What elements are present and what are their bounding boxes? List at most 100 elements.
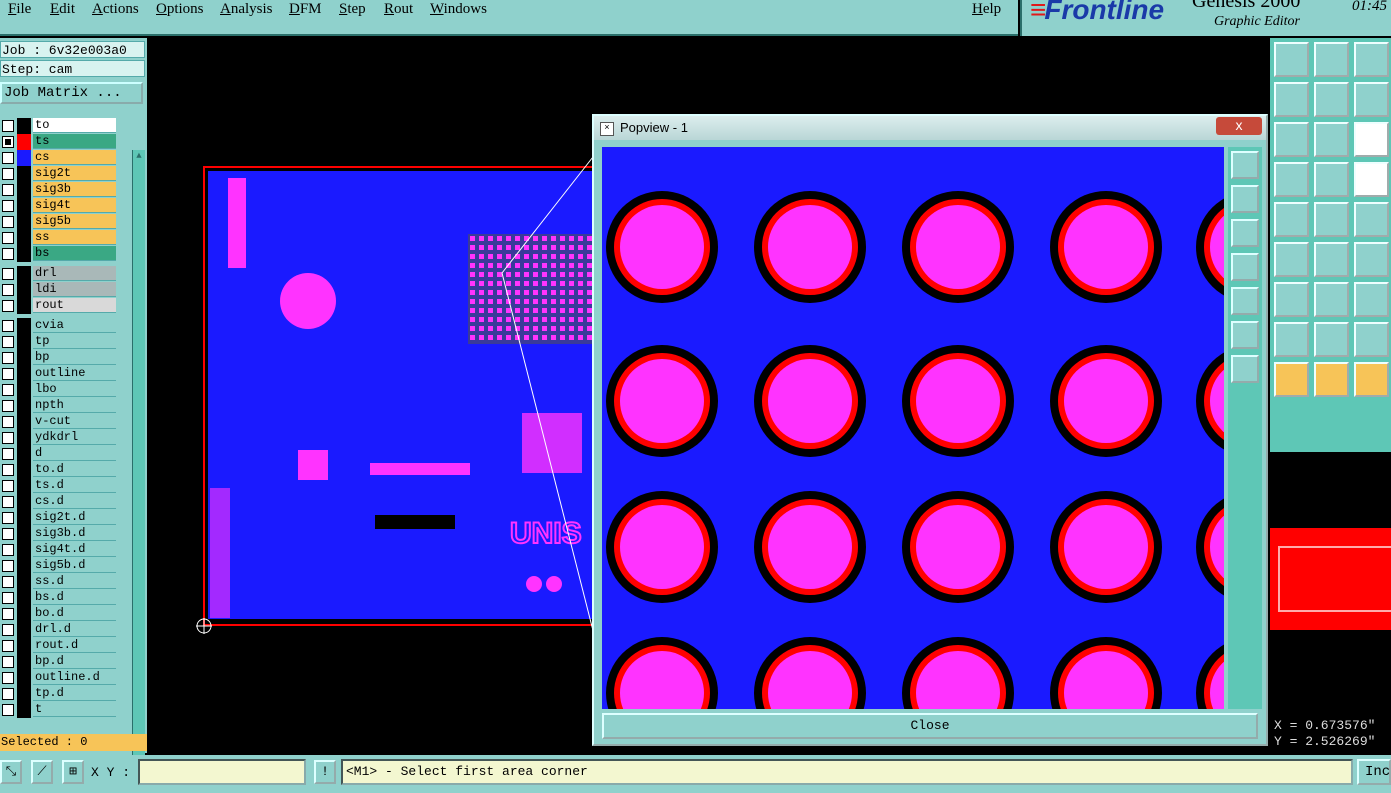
layer-color-swatch[interactable] bbox=[17, 606, 31, 622]
layer-color-swatch[interactable] bbox=[17, 134, 31, 150]
layer-row[interactable]: cvia bbox=[0, 318, 118, 334]
layer-checkbox[interactable] bbox=[2, 704, 14, 716]
layer-checkbox[interactable] bbox=[2, 640, 14, 652]
add-point-icon[interactable] bbox=[1354, 242, 1389, 277]
layer-checkbox[interactable] bbox=[2, 464, 14, 476]
menu-actions[interactable]: Actions bbox=[92, 0, 139, 20]
layer-color-swatch[interactable] bbox=[17, 446, 31, 462]
layer-color-swatch[interactable] bbox=[17, 510, 31, 526]
layer-color-swatch[interactable] bbox=[17, 478, 31, 494]
layer-row[interactable]: drl bbox=[0, 266, 118, 282]
layer-checkbox[interactable] bbox=[2, 200, 14, 212]
layer-color-swatch[interactable] bbox=[17, 398, 31, 414]
layer-name[interactable]: tp bbox=[33, 334, 116, 349]
layer-checkbox[interactable] bbox=[2, 120, 14, 132]
scroll-up-icon[interactable]: ▲ bbox=[133, 150, 145, 162]
layer-checkbox[interactable] bbox=[2, 320, 14, 332]
layer-name[interactable]: bp bbox=[33, 350, 116, 365]
layer-name[interactable]: drl bbox=[33, 266, 116, 281]
layer-name[interactable]: t bbox=[33, 702, 116, 717]
layer-row[interactable]: ydkdrl bbox=[0, 430, 118, 446]
layer-color-swatch[interactable] bbox=[17, 542, 31, 558]
inc-button[interactable]: Inc bbox=[1357, 759, 1391, 785]
layer-name[interactable]: ss.d bbox=[33, 574, 116, 589]
layer-color-swatch[interactable] bbox=[17, 166, 31, 182]
popview-zoom-view[interactable] bbox=[602, 147, 1224, 709]
layer-name[interactable]: cs bbox=[33, 150, 116, 165]
layer-row[interactable]: lbo bbox=[0, 382, 118, 398]
menu-dfm[interactable]: DFM bbox=[289, 0, 322, 20]
layer-name[interactable]: sig2t bbox=[33, 166, 116, 181]
layer-color-swatch[interactable] bbox=[17, 282, 31, 298]
layer-color-swatch[interactable] bbox=[17, 382, 31, 398]
menu-options[interactable]: Options bbox=[156, 0, 204, 20]
layer-color-swatch[interactable] bbox=[17, 334, 31, 350]
layer-row[interactable]: ts bbox=[0, 134, 118, 150]
layer-color-swatch[interactable] bbox=[17, 622, 31, 638]
layer-row[interactable]: bs bbox=[0, 246, 118, 262]
layer-name[interactable]: to.d bbox=[33, 462, 116, 477]
layer-checkbox[interactable] bbox=[2, 248, 14, 260]
layer-row[interactable]: outline bbox=[0, 366, 118, 382]
menu-help[interactable]: Help bbox=[972, 0, 1001, 20]
layer-checkbox[interactable] bbox=[2, 152, 14, 164]
layer-name[interactable]: tp.d bbox=[33, 686, 116, 701]
layer-color-swatch[interactable] bbox=[17, 350, 31, 366]
add-pad-icon[interactable] bbox=[1274, 322, 1309, 357]
layer-row[interactable]: ss bbox=[0, 230, 118, 246]
layer-checkbox[interactable] bbox=[2, 284, 14, 296]
layer-checkbox[interactable] bbox=[2, 216, 14, 228]
mini-map[interactable] bbox=[1270, 528, 1391, 630]
layer-row[interactable]: sig4t.d bbox=[0, 542, 118, 558]
layer-color-swatch[interactable] bbox=[17, 558, 31, 574]
layer-color-swatch[interactable] bbox=[17, 654, 31, 670]
layer-row[interactable]: outline.d bbox=[0, 670, 118, 686]
snap-tool-icon[interactable] bbox=[1354, 322, 1389, 357]
move-down-icon[interactable] bbox=[1314, 42, 1349, 77]
pan-up-icon[interactable] bbox=[1231, 185, 1259, 213]
layer-checkbox[interactable] bbox=[2, 528, 14, 540]
layer-name[interactable]: cs.d bbox=[33, 494, 116, 509]
layer-name[interactable]: sig3b bbox=[33, 182, 116, 197]
layer-name[interactable]: sig5b.d bbox=[33, 558, 116, 573]
layer-checkbox[interactable] bbox=[2, 300, 14, 312]
layer-row[interactable]: t bbox=[0, 702, 118, 718]
layer-checkbox[interactable] bbox=[2, 512, 14, 524]
snap-icon[interactable]: ⤡ bbox=[0, 760, 22, 784]
layer-checkbox[interactable] bbox=[2, 368, 14, 380]
route-icon[interactable] bbox=[1314, 162, 1349, 197]
layer-checkbox[interactable] bbox=[2, 268, 14, 280]
layer-name[interactable]: d bbox=[33, 446, 116, 461]
layer-color-swatch[interactable] bbox=[17, 494, 31, 510]
layer-color-swatch[interactable] bbox=[17, 638, 31, 654]
settings-icon[interactable] bbox=[1274, 162, 1309, 197]
layer-checkbox[interactable] bbox=[2, 352, 14, 364]
layer-name[interactable]: bs bbox=[33, 246, 116, 261]
line-draw-icon[interactable] bbox=[1274, 282, 1309, 317]
layer-color-swatch[interactable] bbox=[17, 590, 31, 606]
layer-checkbox[interactable] bbox=[2, 336, 14, 348]
layer-name[interactable]: rout.d bbox=[33, 638, 116, 653]
layer-checkbox[interactable] bbox=[2, 432, 14, 444]
layer-color-swatch[interactable] bbox=[17, 198, 31, 214]
layer-row[interactable]: bo.d bbox=[0, 606, 118, 622]
layer-color-swatch[interactable] bbox=[17, 150, 31, 166]
layer-row[interactable]: sig3b.d bbox=[0, 526, 118, 542]
layer-name[interactable]: v-cut bbox=[33, 414, 116, 429]
layer-checkbox[interactable] bbox=[2, 184, 14, 196]
layer-name[interactable]: sig3b.d bbox=[33, 526, 116, 541]
ruler-icon[interactable] bbox=[1354, 202, 1389, 237]
connect-icon[interactable] bbox=[1274, 242, 1309, 277]
move-up-icon[interactable] bbox=[1274, 42, 1309, 77]
layer-checkbox[interactable] bbox=[2, 656, 14, 668]
layer-name[interactable]: sig2t.d bbox=[33, 510, 116, 525]
layer-name[interactable]: lbo bbox=[33, 382, 116, 397]
layer-checkbox[interactable] bbox=[2, 232, 14, 244]
layer-name[interactable]: ldi bbox=[33, 282, 116, 297]
layer-color-swatch[interactable] bbox=[17, 702, 31, 718]
layer-color-swatch[interactable] bbox=[17, 462, 31, 478]
layer-color-swatch[interactable] bbox=[17, 366, 31, 382]
move-left-icon[interactable] bbox=[1274, 82, 1309, 117]
menu-file[interactable]: File bbox=[8, 0, 31, 20]
popview-close-button[interactable]: Close bbox=[602, 713, 1258, 739]
